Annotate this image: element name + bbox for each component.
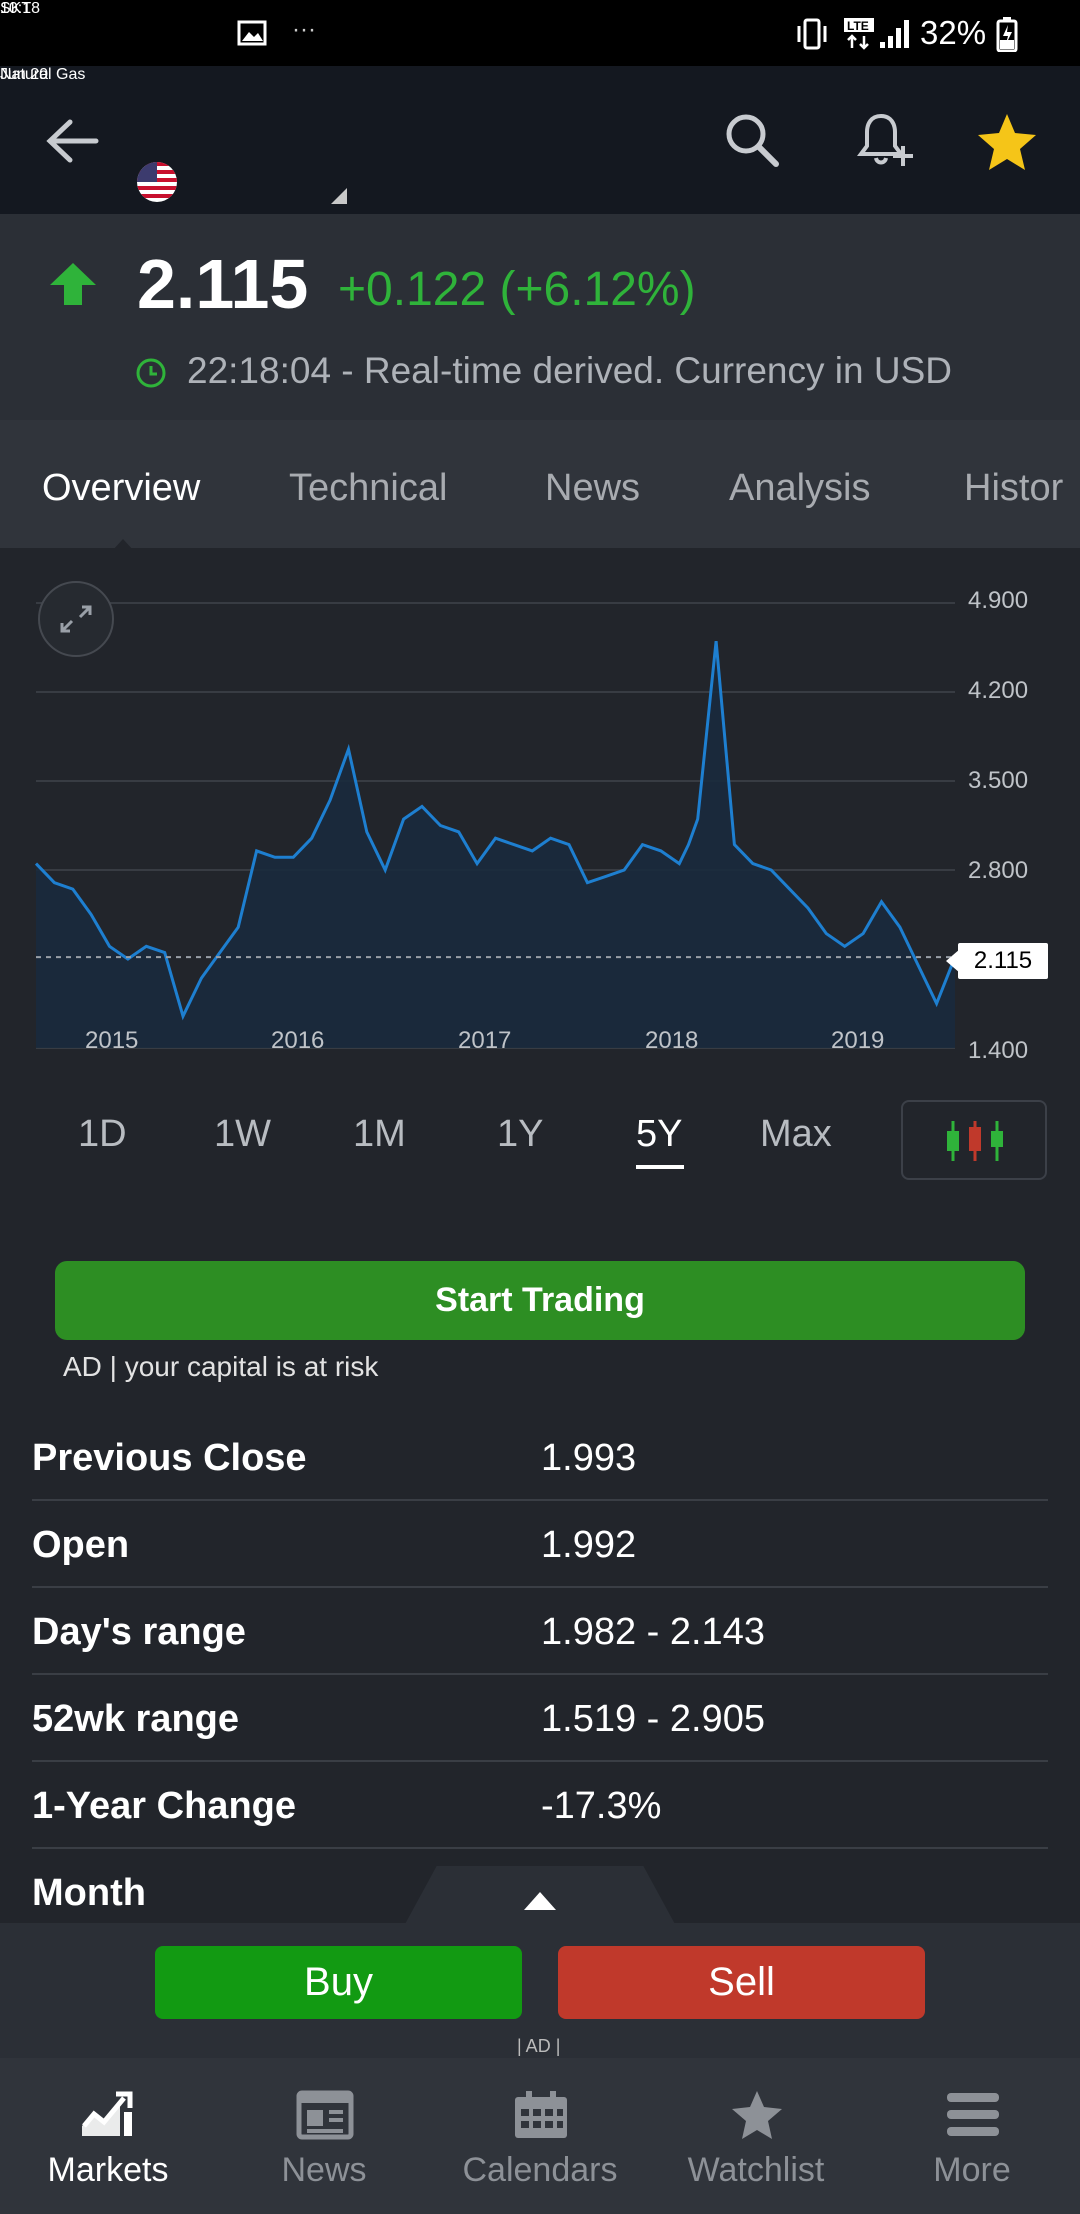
price-change: +0.122 (+6.12%) [338, 263, 696, 316]
status-more-dots: ··· [292, 16, 316, 43]
svg-text:LTE: LTE [847, 19, 869, 33]
nav-more[interactable]: More [864, 2058, 1080, 2214]
stat-label-days-range: Day's range [32, 1611, 246, 1653]
nav-label-watchlist: Watchlist [687, 2151, 825, 2189]
nav-news[interactable]: News [216, 2058, 432, 2214]
current-price-tag: 2.115 [958, 943, 1048, 979]
stat-label-52wk-range: 52wk range [32, 1698, 239, 1740]
range-1w[interactable]: 1W [214, 1113, 271, 1156]
stat-value-1-year-change: -17.3% [541, 1785, 662, 1827]
y-tick-4200: 4.200 [968, 677, 1029, 704]
contract-date-dropdown[interactable]: Jun 20 [0, 66, 48, 84]
vibrate-icon [795, 18, 829, 55]
nav-label-markets: Markets [47, 2151, 169, 2189]
divider [32, 1760, 1048, 1762]
stat-label-1-year-change: 1-Year Change [32, 1785, 296, 1827]
ad-disclaimer: AD | your capital is at risk [63, 1351, 379, 1382]
candlestick-icon [947, 1121, 1003, 1161]
buy-button[interactable]: Buy [155, 1946, 522, 2019]
stat-value-open: 1.992 [541, 1524, 637, 1566]
star-icon [732, 2091, 782, 2139]
battery-icon [996, 16, 1018, 57]
back-arrow-icon[interactable] [44, 116, 100, 171]
tab-overview[interactable]: Overview [42, 467, 200, 510]
chevron-up-icon[interactable] [524, 1892, 556, 1915]
nav-label-calendars: Calendars [462, 2151, 618, 2189]
status-carrier: SKT [0, 0, 32, 17]
y-tick-2800: 2.800 [968, 857, 1029, 884]
calendar-icon [515, 2091, 567, 2138]
ad-tag: | AD | [517, 2036, 561, 2056]
divider [32, 1499, 1048, 1501]
nav-watchlist[interactable]: Watchlist [648, 2058, 864, 2214]
nav-label-news: News [281, 2151, 367, 2189]
nav-calendars[interactable]: Calendars [432, 2058, 648, 2214]
stat-label-previous-close: Previous Close [32, 1437, 307, 1479]
tab-news[interactable]: News [545, 467, 640, 510]
x-tick-2019: 2019 [831, 1027, 885, 1054]
star-favorite-icon[interactable] [976, 112, 1038, 177]
x-tick-2017: 2017 [458, 1027, 512, 1054]
range-1y[interactable]: 1Y [497, 1113, 543, 1156]
tab-analysis[interactable]: Analysis [729, 467, 871, 510]
menu-icon [947, 2093, 999, 2136]
x-tick-2015: 2015 [85, 1027, 139, 1054]
y-tick-4900: 4.900 [968, 587, 1029, 614]
search-icon[interactable] [722, 110, 782, 175]
status-time: 10:18 [0, 0, 1080, 66]
y-tick-1400: 1.400 [968, 1037, 1029, 1064]
nav-markets[interactable]: Markets [0, 2058, 216, 2214]
candlestick-toggle-button[interactable] [901, 1100, 1047, 1180]
range-5y[interactable]: 5Y [636, 1113, 682, 1156]
chart-plot[interactable] [0, 548, 1080, 1068]
x-tick-2016: 2016 [271, 1027, 325, 1054]
lte-icon: LTE [842, 16, 876, 55]
dropdown-caret-icon[interactable] [331, 188, 347, 209]
last-price: 2.115 [137, 245, 309, 323]
stat-value-52wk-range: 1.519 - 2.905 [541, 1698, 765, 1740]
tab-technical[interactable]: Technical [289, 467, 447, 510]
tab-historical[interactable]: Histor [964, 467, 1080, 510]
y-tick-3500: 3.500 [968, 767, 1029, 794]
battery-percent: 32% [920, 14, 987, 51]
divider [32, 1847, 1048, 1849]
clock-icon [135, 357, 167, 394]
range-1d[interactable]: 1D [78, 1113, 127, 1156]
nav-label-more: More [933, 2151, 1011, 2189]
signal-icon [878, 16, 912, 55]
range-selected-underline [636, 1165, 684, 1169]
x-tick-2018: 2018 [645, 1027, 699, 1054]
newspaper-icon [296, 2090, 354, 2140]
stat-label-open: Open [32, 1524, 130, 1566]
stat-value-days-range: 1.982 - 2.143 [541, 1611, 765, 1653]
chart-up-icon [82, 2091, 133, 2136]
range-max[interactable]: Max [760, 1113, 832, 1156]
stat-value-previous-close: 1.993 [541, 1437, 637, 1479]
gallery-icon [237, 18, 267, 48]
us-flag-icon [137, 162, 177, 207]
up-arrow-icon [50, 263, 96, 310]
expand-chart-icon[interactable] [37, 580, 115, 663]
start-trading-button[interactable]: Start Trading [55, 1261, 1025, 1340]
range-1m[interactable]: 1M [353, 1113, 406, 1156]
divider [32, 1586, 1048, 1588]
sell-button[interactable]: Sell [558, 1946, 925, 2019]
divider [32, 1673, 1048, 1675]
realtime-note: 22:18:04 - Real-time derived. Currency i… [187, 350, 952, 391]
stat-label-month: Month [32, 1872, 146, 1914]
add-alert-icon[interactable] [857, 110, 917, 177]
